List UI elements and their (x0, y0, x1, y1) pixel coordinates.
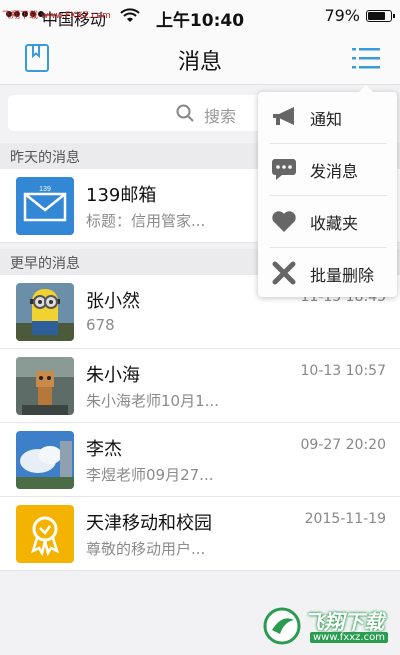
heart-icon (272, 211, 296, 232)
search-icon (176, 104, 194, 122)
watermark-logo: 飞翔下载 www.fxxz.com (258, 604, 398, 650)
battery-percent: 79% (324, 6, 360, 25)
chat-bubble-icon (272, 159, 296, 180)
status-bar: 中国移动 飞翔下载 www.FXXZ.com 上午10:40 79% (0, 0, 400, 34)
conversation-title: 朱小海 (86, 365, 140, 386)
list-item[interactable]: 天津移动和校园 尊敬的移动用户... 2015-11-19 (0, 497, 400, 571)
menu-item-label: 发消息 (310, 162, 359, 181)
conversation-time: 10-13 10:57 (300, 363, 386, 379)
conversation-preview: 标题：信用管家... (86, 212, 206, 230)
x-icon (272, 261, 296, 285)
svg-text:139: 139 (39, 186, 51, 193)
menu-item-batch-delete[interactable]: 批量删除 (258, 248, 397, 299)
menu-item-favorites[interactable]: 收藏夹 (258, 196, 397, 247)
conversation-preview: 李煜老师09月27... (86, 466, 214, 484)
search-placeholder: 搜索 (204, 107, 237, 126)
toy-photo (16, 357, 74, 415)
page-title: 消息 (177, 50, 222, 75)
conversation-preview: 朱小海老师10月1... (86, 392, 219, 410)
menu-item-label: 收藏夹 (310, 214, 359, 233)
mail-icon: 139 (16, 177, 74, 235)
logo-icon (263, 607, 301, 645)
menu-list-icon[interactable] (352, 46, 380, 70)
conversation-title: 李杰 (86, 439, 122, 460)
menu-item-send-message[interactable]: 发消息 (258, 144, 397, 195)
watermark-url: www.fxxz.com (310, 632, 388, 643)
conversation-time: 09-27 20:20 (300, 437, 386, 453)
menu-item-label: 批量删除 (310, 266, 375, 285)
conversation-title: 天津移动和校园 (86, 513, 212, 534)
ribbon-badge-icon (16, 505, 74, 563)
section-label: 更早的消息 (10, 256, 80, 272)
conversation-title: 139邮箱 (86, 185, 157, 206)
conversation-title: 张小然 (86, 291, 140, 312)
megaphone-icon (273, 107, 294, 125)
dropdown-menu: 通知 发消息 收藏夹 批量删除 (258, 85, 397, 299)
watermark-name: 飞翔下载 (304, 610, 384, 634)
menu-item-label: 通知 (310, 110, 343, 129)
minion-photo (16, 283, 74, 341)
list-item[interactable]: 李杰 李煜老师09月27... 09-27 20:20 (0, 423, 400, 497)
list-item[interactable]: 朱小海 朱小海老师10月1... 10-13 10:57 (0, 349, 400, 423)
menu-item-notice[interactable]: 通知 (258, 92, 397, 143)
conversation-preview: 678 (86, 316, 115, 334)
conversation-time: 2015-11-19 (304, 511, 386, 527)
battery-icon (366, 10, 395, 22)
sky-photo (16, 431, 74, 489)
nav-bar: 消息 (0, 34, 400, 85)
section-label: 昨天的消息 (10, 150, 80, 166)
conversation-preview: 尊敬的移动用户... (86, 540, 206, 558)
